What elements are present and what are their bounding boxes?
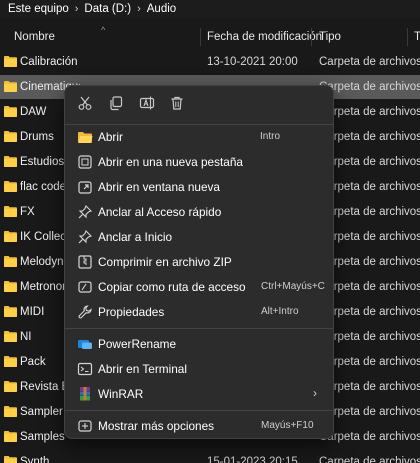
breadcrumb: Este equipo › Data (D:) › Audio <box>0 0 420 18</box>
folder-icon <box>4 381 17 392</box>
folder-icon <box>4 81 17 92</box>
folder-icon <box>4 56 17 67</box>
menu-item-compress-zip[interactable]: Comprimir en archivo ZIP <box>69 250 329 274</box>
folder-icon <box>4 206 17 217</box>
file-type: Carpeta de archivos <box>319 81 420 93</box>
column-size[interactable]: Ta <box>414 31 420 43</box>
file-name: Calibración <box>20 56 78 68</box>
file-type: Carpeta de archivos <box>319 406 420 418</box>
column-header: ^ Nombre Fecha de modificación Tipo Ta <box>0 24 420 50</box>
winrar-icon <box>80 387 90 401</box>
file-type: Carpeta de archivos <box>319 306 420 318</box>
new-tab-icon <box>78 155 92 169</box>
file-date: 13-10-2021 20:00 <box>207 56 298 68</box>
file-type: Carpeta de archivos <box>319 56 420 68</box>
breadcrumb-this-pc[interactable]: Este equipo <box>8 3 69 15</box>
delete-icon[interactable] <box>169 95 185 111</box>
menu-item-open-new-window[interactable]: Abrir en ventana nueva <box>69 175 329 199</box>
folder-icon <box>4 181 17 192</box>
file-type: Carpeta de archivos <box>319 231 420 243</box>
file-date: 15-01-2023 20:15 <box>207 456 298 463</box>
menu-item-properties[interactable]: Propiedades Alt+Intro <box>69 300 329 324</box>
terminal-icon <box>77 362 93 376</box>
folder-icon <box>4 131 17 142</box>
folder-icon <box>4 281 17 292</box>
folder-open-icon <box>78 132 93 143</box>
file-type: Carpeta de archivos <box>319 356 420 368</box>
menu-item-winrar[interactable]: WinRAR › <box>69 382 329 406</box>
context-menu: Abrir Intro Abrir en una nueva pestaña A… <box>64 85 334 439</box>
menu-item-copy-as-path[interactable]: Copiar como ruta de acceso Ctrl+Mayús+C <box>69 275 329 299</box>
file-type: Carpeta de archivos <box>319 381 420 393</box>
file-row[interactable]: Synth 15-01-2023 20:15 Carpeta de archivos <box>0 450 420 463</box>
column-divider[interactable] <box>407 28 408 46</box>
file-type: Carpeta de archivos <box>319 331 420 343</box>
folder-icon <box>4 356 17 367</box>
file-type: Carpeta de archivos <box>319 281 420 293</box>
menu-separator <box>65 328 333 329</box>
more-options-icon <box>78 420 92 432</box>
pin-icon <box>78 205 92 219</box>
sort-ascending-icon: ^ <box>101 25 106 35</box>
folder-icon <box>4 106 17 117</box>
breadcrumb-data-drive[interactable]: Data (D:) <box>84 3 131 15</box>
chevron-right-icon[interactable]: › <box>137 3 141 15</box>
folder-icon <box>4 306 17 317</box>
zip-icon <box>78 255 92 269</box>
menu-item-pin-start[interactable]: Anclar a Inicio <box>69 225 329 249</box>
menu-item-show-more-options[interactable]: Mostrar más opciones Mayús+F10 <box>69 414 329 438</box>
quick-actions-bar <box>65 86 333 122</box>
menu-item-open[interactable]: Abrir Intro <box>69 125 329 149</box>
chevron-right-icon[interactable]: › <box>75 3 79 15</box>
folder-icon <box>4 256 17 267</box>
menu-item-open-new-tab[interactable]: Abrir en una nueva pestaña <box>69 150 329 174</box>
copy-icon[interactable] <box>108 95 124 111</box>
folder-icon <box>4 231 17 242</box>
wrench-icon <box>78 305 92 319</box>
column-name[interactable]: Nombre <box>14 31 55 43</box>
file-name: Synth <box>20 456 50 463</box>
file-type: Carpeta de archivos <box>319 181 420 193</box>
column-type[interactable]: Tipo <box>319 31 341 43</box>
pin-start-icon <box>78 230 92 244</box>
menu-separator <box>65 410 333 411</box>
menu-item-open-terminal[interactable]: Abrir en Terminal <box>69 357 329 381</box>
file-type: Carpeta de archivos <box>319 431 420 443</box>
rename-icon[interactable] <box>139 95 155 111</box>
breadcrumb-audio[interactable]: Audio <box>147 3 176 15</box>
chevron-right-icon: › <box>313 386 317 400</box>
file-type: Carpeta de archivos <box>319 106 420 118</box>
folder-icon <box>4 156 17 167</box>
powerrename-icon <box>78 340 92 349</box>
column-modified[interactable]: Fecha de modificación <box>207 31 322 43</box>
file-type: Carpeta de archivos <box>319 456 420 463</box>
file-type: Carpeta de archivos <box>319 156 420 168</box>
folder-icon <box>4 431 17 442</box>
column-divider[interactable] <box>200 28 201 46</box>
folder-icon <box>4 331 17 342</box>
new-window-icon <box>78 181 92 194</box>
menu-item-pin-quick-access[interactable]: Anclar al Acceso rápido <box>69 200 329 224</box>
cut-icon[interactable] <box>77 95 93 111</box>
file-type: Carpeta de archivos <box>319 131 420 143</box>
folder-icon <box>4 406 17 417</box>
folder-icon <box>4 456 17 463</box>
file-type: Carpeta de archivos <box>319 256 420 268</box>
menu-item-powerrename[interactable]: PowerRename <box>69 332 329 356</box>
file-row[interactable]: Calibración 13-10-2021 20:00 Carpeta de ar… <box>0 50 420 74</box>
file-type: Carpeta de archivos <box>319 206 420 218</box>
copy-path-icon <box>78 281 92 293</box>
column-divider[interactable] <box>311 28 312 46</box>
